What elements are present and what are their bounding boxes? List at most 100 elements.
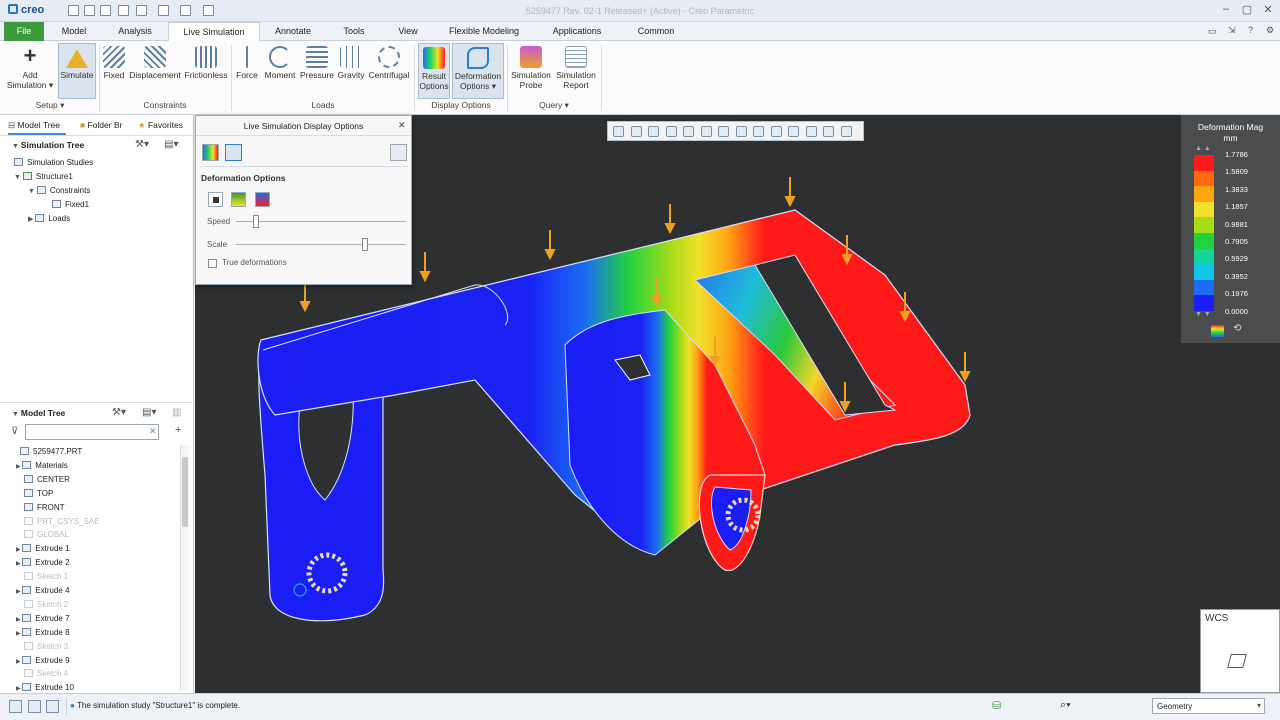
tab-annotate[interactable]: Annotate <box>268 22 318 41</box>
model-tree-item[interactable]: ▶ Extrude 9 <box>16 655 70 665</box>
tree-item-structure1[interactable]: ▼ Structure1 <box>14 172 73 181</box>
fixed-button[interactable]: Fixed <box>102 43 126 99</box>
tree-show-icon[interactable]: ▤▾ <box>164 139 178 150</box>
view-manager-icon[interactable] <box>700 126 712 137</box>
tab-model[interactable]: Model <box>52 22 96 41</box>
centrifugal-button[interactable]: Centrifugal <box>368 43 410 99</box>
model-tree-item[interactable]: FRONT <box>16 502 65 512</box>
simulation-probe-button[interactable]: Simulation Probe <box>510 43 552 99</box>
model-tree-item[interactable]: TOP <box>16 488 53 498</box>
tab-analysis[interactable]: Analysis <box>110 22 160 41</box>
model-tree-item[interactable]: Sketch 4 <box>16 669 68 678</box>
minimize-icon[interactable]: – <box>1217 3 1235 15</box>
selection-filter-dropdown[interactable]: Geometry ▾ <box>1152 698 1265 714</box>
speed-slider-handle[interactable] <box>253 215 260 228</box>
add-simulation-button[interactable]: + Add Simulation ▾ <box>4 43 56 99</box>
model-tree-item[interactable]: Sketch 1 <box>16 572 68 581</box>
tab-live-simulation[interactable]: Live Simulation <box>168 22 260 42</box>
probe-options-tab-icon[interactable] <box>390 144 407 161</box>
annotation-display-icon[interactable] <box>770 126 782 137</box>
legend-refresh-icon[interactable]: ⟲ <box>1233 323 1241 334</box>
maximize-icon[interactable]: ▢ <box>1238 3 1256 16</box>
pressure-button[interactable]: Pressure <box>300 43 334 99</box>
collapse-ribbon-icon[interactable]: ▭ <box>1208 26 1217 37</box>
pin-icon[interactable]: ⇲ <box>1228 25 1236 36</box>
result-options-tab-icon[interactable] <box>202 144 219 161</box>
repaint-icon[interactable] <box>665 126 677 137</box>
model-tree-item[interactable]: ▶ Extrude 10 <box>16 683 74 692</box>
refit-icon[interactable] <box>613 126 624 137</box>
tree-item-constraints[interactable]: ▼ Constraints <box>28 186 90 195</box>
clear-filter-icon[interactable]: ✕ <box>149 426 157 437</box>
simulation-display-icon[interactable] <box>805 126 817 137</box>
model-tree-settings-icon[interactable]: ⚒▾ <box>112 407 126 418</box>
legend-min-arrow-icon[interactable]: ▼ ▼ <box>1195 311 1211 318</box>
tab-applications[interactable]: Applications <box>542 22 612 41</box>
moment-button[interactable]: Moment <box>262 43 298 99</box>
zoom-in-icon[interactable] <box>630 126 642 137</box>
result-display-icon[interactable] <box>840 126 852 137</box>
model-tree-item[interactable]: Sketch 3 <box>16 641 68 651</box>
deformation-options-tab-icon[interactable] <box>225 144 242 161</box>
close-icon[interactable]: ✕ <box>1259 3 1277 16</box>
model-tree-show-icon[interactable]: ▤▾ <box>142 407 156 418</box>
add-filter-icon[interactable]: + <box>175 424 181 436</box>
regen-status-icon[interactable]: ⛁ <box>992 699 1001 712</box>
speed-slider[interactable] <box>236 215 406 228</box>
deformation-options-button[interactable]: Deformation Options ▾ <box>452 43 504 99</box>
model-tree-item[interactable]: 5259477.PRT <box>12 447 82 456</box>
model-tree-item[interactable]: ▶ Extrude 7 <box>16 613 70 623</box>
filter-icon[interactable]: ⊽ <box>11 426 18 437</box>
tree-item-loads[interactable]: ▶ Loads <box>28 214 70 223</box>
saved-views-icon[interactable] <box>683 126 694 137</box>
section-icon[interactable] <box>735 126 747 137</box>
legend-color-scale-icon[interactable] <box>1211 325 1224 337</box>
scale-slider-handle[interactable] <box>362 238 369 251</box>
model-tree-scrollbar[interactable] <box>180 445 189 690</box>
spin-center-icon[interactable] <box>788 126 799 137</box>
simulate-button[interactable]: Simulate <box>58 43 96 99</box>
model-tree-columns-icon[interactable]: ▥ <box>172 407 181 418</box>
displacement-button[interactable]: Displacement <box>128 43 182 99</box>
datum-display-icon[interactable] <box>753 126 764 137</box>
navigator-toggle-icon[interactable] <box>9 700 22 713</box>
result-options-button[interactable]: Result Options <box>418 43 450 99</box>
model-tree-item[interactable]: ▶ Extrude 2 <box>16 558 70 567</box>
browser-toggle-icon[interactable] <box>28 700 41 713</box>
dialog-close-icon[interactable]: ✕ <box>398 120 406 131</box>
model-tree-item[interactable]: ▶ Extrude 1 <box>16 544 70 553</box>
force-button[interactable]: Force <box>234 43 260 99</box>
model-tree-item[interactable]: PRT_CSYS_SAE <box>16 516 100 526</box>
tab-folder-browser[interactable]: ■ Folder Br <box>80 115 130 135</box>
model-tree-item[interactable]: Sketch 2 <box>16 599 68 609</box>
model-tree-item[interactable]: GLOBAL <box>16 530 69 539</box>
tree-settings-icon[interactable]: ⚒▾ <box>135 139 149 150</box>
settings-icon[interactable]: ⚙ <box>1266 25 1274 36</box>
model-tree-item[interactable]: CENTER <box>16 474 70 484</box>
frictionless-button[interactable]: Frictionless <box>184 43 228 99</box>
tab-file[interactable]: File <box>4 22 44 41</box>
tab-tools[interactable]: Tools <box>332 22 376 41</box>
gravity-button[interactable]: Gravity <box>336 43 366 99</box>
live-simulation-icon[interactable] <box>823 126 834 137</box>
tree-item-simulation-studies[interactable]: Simulation Studies <box>14 158 93 167</box>
tab-flexible-modeling[interactable]: Flexible Modeling <box>440 22 528 41</box>
model-tree-item[interactable]: ▶ Extrude 8 <box>16 627 70 637</box>
tab-model-tree[interactable]: ⊟ Model Tree <box>8 115 66 135</box>
simulation-report-button[interactable]: Simulation Report <box>554 43 598 99</box>
view-cube[interactable]: WCS <box>1200 609 1280 693</box>
tab-common[interactable]: Common <box>628 22 684 41</box>
stop-animation-button[interactable] <box>208 192 223 207</box>
model-tree-item[interactable]: ▶ Materials <box>16 460 68 470</box>
tab-view[interactable]: View <box>388 22 428 41</box>
help-icon[interactable]: ? <box>1248 25 1253 35</box>
zoom-out-icon[interactable] <box>648 126 659 137</box>
animate-half-button[interactable] <box>255 192 270 207</box>
model-tree-item[interactable]: ▶ Extrude 4 <box>16 586 70 595</box>
scale-slider[interactable] <box>236 238 406 251</box>
tab-favorites[interactable]: ★ Favorites <box>138 115 190 135</box>
legend-max-arrow-icon[interactable]: ▲ ▲ <box>1195 145 1211 152</box>
display-style-icon[interactable] <box>718 126 729 137</box>
tree-item-fixed1[interactable]: Fixed1 <box>52 200 89 209</box>
true-deformations-checkbox[interactable] <box>208 259 217 268</box>
